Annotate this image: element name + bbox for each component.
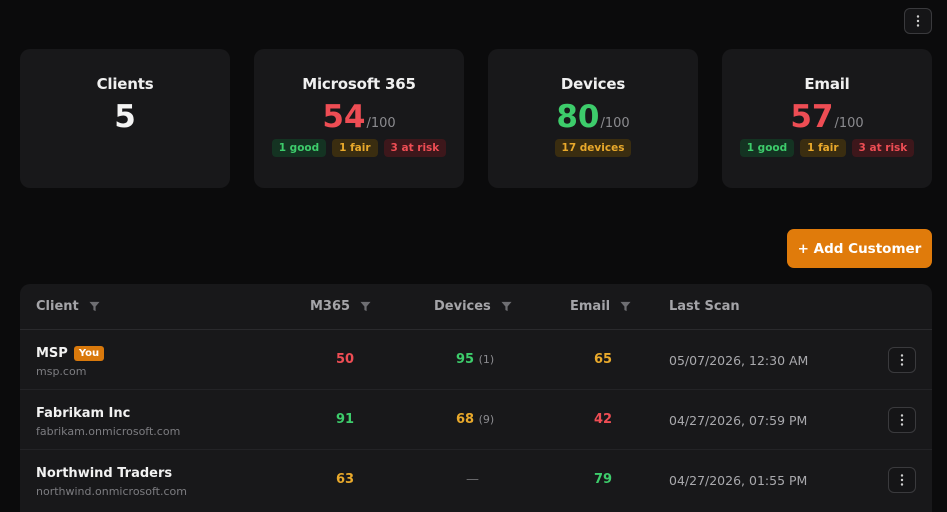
column-label: Devices (434, 299, 491, 314)
column-header-last-scan: Last Scan (669, 299, 740, 314)
card-suffix: /100 (600, 116, 630, 131)
table-row[interactable]: Northwind Traders northwind.onmicrosoft.… (20, 450, 932, 510)
column-header-email: Email (570, 299, 631, 314)
you-badge: You (73, 346, 105, 361)
clients-table: Client M365 Devices Email Last Scan MSP … (20, 284, 932, 512)
card-title: Microsoft 365 (302, 75, 416, 93)
badge-good: 1 good (739, 139, 795, 157)
column-label: Email (570, 299, 611, 314)
badge-fair: 1 fair (332, 139, 378, 157)
filter-icon[interactable] (360, 301, 371, 312)
card-value: 5 (114, 99, 136, 135)
devices-score: 68 (9) (456, 412, 494, 427)
row-actions-button[interactable] (888, 407, 916, 433)
client-domain: fabrikam.onmicrosoft.com (36, 425, 181, 438)
card-devices: Devices 80 /100 17 devices (488, 49, 698, 188)
filter-icon[interactable] (501, 301, 512, 312)
last-scan: 04/27/2026, 01:55 PM (669, 473, 808, 488)
table-row[interactable]: Fabrikam Inc fabrikam.onmicrosoft.com 91… (20, 390, 932, 450)
client-name: Fabrikam Inc (36, 406, 130, 421)
more-vertical-icon (900, 414, 904, 426)
column-label: M365 (310, 299, 351, 314)
devices-count: (9) (478, 413, 495, 426)
email-score: 79 (594, 472, 613, 487)
client-domain: msp.com (36, 365, 87, 378)
m365-score: 91 (336, 412, 355, 427)
more-vertical-icon (900, 474, 904, 486)
client-name-text: Fabrikam Inc (36, 406, 131, 421)
client-name-text: MSP (36, 346, 68, 361)
email-score: 42 (594, 412, 613, 427)
more-vertical-icon (900, 354, 904, 366)
row-actions-button[interactable] (888, 467, 916, 493)
card-suffix: /100 (366, 116, 396, 131)
m365-score: 50 (336, 352, 355, 367)
filter-icon[interactable] (89, 301, 100, 312)
badge-good: 1 good (271, 139, 327, 157)
row-actions-button[interactable] (888, 347, 916, 373)
badge-fair: 1 fair (800, 139, 846, 157)
card-value: 57 (790, 99, 834, 135)
card-title: Clients (96, 75, 154, 93)
table-header: Client M365 Devices Email Last Scan (20, 284, 932, 330)
column-header-client: Client (36, 299, 100, 314)
column-label: Last Scan (669, 299, 740, 314)
email-score: 65 (594, 352, 613, 367)
last-scan: 04/27/2026, 07:59 PM (669, 413, 808, 428)
client-name: Northwind Traders (36, 466, 172, 481)
more-vertical-icon (916, 15, 920, 27)
badge-risk: 3 at risk (851, 139, 915, 157)
filter-icon[interactable] (620, 301, 631, 312)
card-title: Devices (560, 75, 626, 93)
client-name-text: Northwind Traders (36, 466, 173, 481)
card-value: 80 (556, 99, 600, 135)
card-clients: Clients 5 (20, 49, 230, 188)
devices-count: (1) (478, 353, 495, 366)
add-customer-button[interactable]: + Add Customer (787, 229, 932, 268)
column-header-devices: Devices (434, 299, 512, 314)
devices-score-value: 95 (456, 352, 475, 367)
card-suffix: /100 (834, 116, 864, 131)
badge-risk: 3 at risk (383, 139, 447, 157)
card-email: Email 57 /100 1 good 1 fair 3 at risk (722, 49, 932, 188)
client-domain: northwind.onmicrosoft.com (36, 485, 187, 498)
more-options-button[interactable] (904, 8, 932, 34)
card-value: 54 (322, 99, 366, 135)
table-row[interactable]: MSP You msp.com 50 95 (1) 65 05/07/2026,… (20, 330, 932, 390)
column-label: Client (36, 299, 79, 314)
m365-score: 63 (336, 472, 355, 487)
summary-cards: Clients 5 Microsoft 365 54 /100 1 good 1… (20, 49, 932, 188)
badge-devices: 17 devices (554, 139, 632, 157)
card-title: Email (804, 75, 850, 93)
client-name: MSP You (36, 346, 105, 361)
column-header-m365: M365 (310, 299, 371, 314)
last-scan: 05/07/2026, 12:30 AM (669, 353, 809, 368)
devices-score: 95 (1) (456, 352, 494, 367)
devices-score: — (466, 472, 479, 487)
devices-score-value: 68 (456, 412, 475, 427)
card-m365: Microsoft 365 54 /100 1 good 1 fair 3 at… (254, 49, 464, 188)
